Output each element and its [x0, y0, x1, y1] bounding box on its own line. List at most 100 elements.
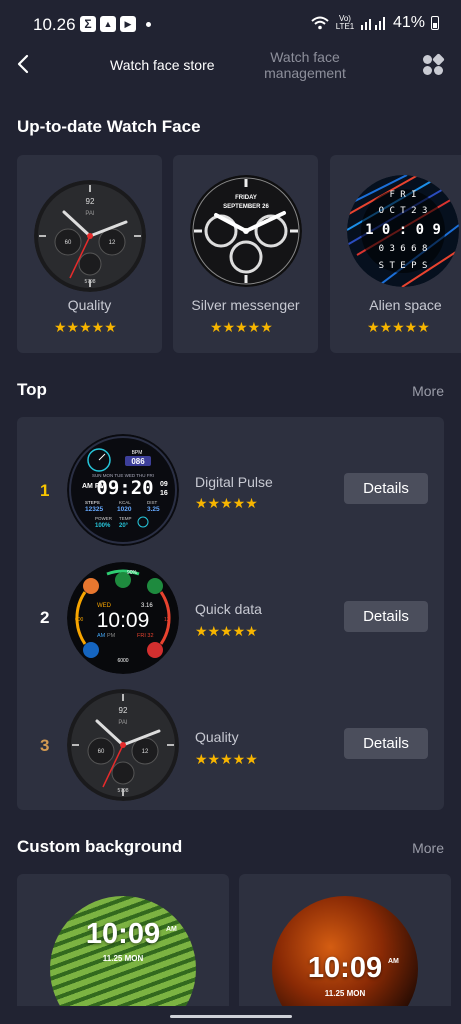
svg-text:6000: 6000: [117, 658, 128, 664]
rating-stars: ★★★★★: [210, 319, 273, 335]
svg-text:O C T 2 3: O C T 2 3: [379, 206, 428, 216]
bg-date: 11.25 MON: [102, 954, 144, 963]
watch-face-quality: 92 PAI 60 12 5798: [67, 689, 179, 801]
svg-text:086: 086: [131, 457, 145, 466]
card-name: Alien space: [369, 297, 442, 313]
details-button[interactable]: Details: [344, 601, 428, 632]
svg-text:5798: 5798: [84, 279, 95, 285]
back-icon[interactable]: [12, 52, 36, 76]
custom-bg-card-1[interactable]: 10:09 AM 11.25 MON: [17, 874, 229, 1024]
more-notifications-icon: [146, 21, 151, 27]
grid-menu-icon[interactable]: [421, 53, 445, 77]
sigma-icon: Σ: [80, 16, 96, 32]
rating-stars: ★★★★★: [195, 623, 258, 639]
status-time: 10.26: [33, 15, 76, 34]
svg-text:60: 60: [98, 749, 105, 755]
rank-number: 1: [40, 481, 50, 500]
rank-number: 3: [40, 736, 50, 755]
svg-text:AM: AM: [97, 633, 106, 639]
youtube-icon: ▶: [120, 16, 136, 32]
bg-time: 10:09: [85, 918, 161, 950]
section-title-latest: Up-to-date Watch Face: [17, 117, 201, 136]
svg-text:12: 12: [109, 240, 116, 246]
svg-text:5798: 5798: [117, 788, 128, 794]
lte-label: Vo) LTE1: [335, 14, 355, 31]
card-name: Silver messenger: [191, 297, 300, 313]
details-button[interactable]: Details: [344, 728, 428, 759]
svg-text:PM: PM: [107, 633, 116, 639]
svg-text:FRI 32: FRI 32: [137, 633, 154, 639]
quality-top-value: 92: [86, 197, 95, 206]
svg-text:1020: 1020: [117, 506, 132, 513]
top-item-name: Quality: [195, 729, 239, 745]
system-nav-bar: [0, 1006, 461, 1024]
top-item-name: Digital Pulse: [195, 474, 273, 490]
svg-text:12: 12: [164, 617, 170, 623]
svg-text:20°: 20°: [119, 523, 129, 529]
top-more-link[interactable]: More: [412, 383, 444, 399]
section-title-top: Top: [17, 380, 47, 399]
bg-time: 10:09: [307, 952, 383, 984]
signal-icon: [360, 17, 385, 30]
watch-face-digital-pulse: BPM 086 SUN MON TUE WED THU FRI AM PM 09…: [67, 434, 179, 546]
svg-text:KCAL: KCAL: [119, 500, 131, 505]
svg-text:60: 60: [65, 240, 72, 246]
watch-face-alien-space: F R I O C T 2 3 1 0 : 0 9 0 3 6 6 8 S T …: [347, 175, 459, 287]
svg-text:1 0 : 0 9: 1 0 : 0 9: [365, 222, 441, 238]
svg-text:90%: 90%: [127, 570, 138, 576]
watch-face-silver-messenger: FRIDAY SEPTEMBER 26: [190, 175, 302, 287]
latest-card-quality[interactable]: 92 PAI 60 12 5798 Quality ★★★★★: [17, 155, 162, 353]
custom-bg-face-orange: 10:09 AM 11.25 MON: [272, 896, 418, 1024]
watch-face-quality: 92 PAI 60 12 5798: [34, 180, 146, 292]
home-gesture-pill[interactable]: [170, 1015, 292, 1018]
svg-text:100%: 100%: [95, 523, 111, 529]
svg-text:09: 09: [160, 481, 168, 488]
svg-text:PAI: PAI: [118, 720, 128, 726]
rank-number: 2: [40, 608, 50, 627]
rating-stars: ★★★★★: [195, 495, 258, 511]
gallery-icon: ▲: [100, 16, 116, 32]
svg-text:S T E P S: S T E P S: [379, 261, 428, 271]
top-bar: Watch face store Watch face management: [0, 48, 461, 88]
svg-text:600: 600: [75, 617, 84, 623]
bg-date: 11.25 MON: [324, 989, 366, 998]
top-list: 1 BPM 086 SUN MON TUE WED THU FRI AM PM …: [17, 417, 444, 810]
svg-text:0 3 6 6 8: 0 3 6 6 8: [379, 244, 428, 254]
status-bar: 10.26 Σ ▲ ▶ Vo) LTE1 41%: [0, 0, 461, 48]
svg-text:FRIDAY: FRIDAY: [235, 195, 257, 201]
svg-text:12325: 12325: [85, 506, 103, 513]
svg-text:16: 16: [160, 490, 168, 497]
watch-face-quick-data: 90% WED 3.16 10:09 AM PM FRI 32 600 12 6…: [67, 562, 179, 674]
svg-text:POWER: POWER: [95, 516, 113, 521]
custom-bg-card-2[interactable]: 10:09 AM 11.25 MON: [239, 874, 451, 1024]
quality-brand: PAI: [85, 211, 95, 217]
latest-card-alien-space[interactable]: F R I O C T 2 3 1 0 : 0 9 0 3 6 6 8 S T …: [330, 155, 461, 353]
rating-stars: ★★★★★: [367, 319, 430, 335]
svg-text:STEPS: STEPS: [85, 500, 100, 505]
section-title-custom-background: Custom background: [17, 837, 183, 856]
custom-more-link[interactable]: More: [412, 840, 444, 856]
svg-text:92: 92: [119, 706, 128, 715]
svg-text:DIST: DIST: [147, 500, 158, 505]
battery-percent: 41%: [392, 14, 425, 31]
svg-text:SEPTEMBER 26: SEPTEMBER 26: [223, 204, 269, 210]
details-button[interactable]: Details: [344, 473, 428, 504]
custom-bg-face-green: 10:09 AM 11.25 MON: [50, 896, 196, 1024]
rating-stars: ★★★★★: [54, 319, 117, 335]
wifi-icon: [311, 16, 329, 30]
tab-watch-face-management[interactable]: Watch face management: [262, 49, 348, 81]
battery-icon: [431, 16, 439, 30]
top-item-name: Quick data: [195, 601, 262, 617]
svg-text:12: 12: [142, 749, 149, 755]
svg-text:TEMP: TEMP: [119, 516, 132, 521]
notification-icons: Σ ▲ ▶: [80, 16, 151, 32]
rating-stars: ★★★★★: [195, 751, 258, 767]
card-name: Quality: [67, 297, 112, 313]
svg-text:3.25: 3.25: [147, 506, 160, 513]
svg-text:F R I: F R I: [389, 190, 416, 200]
svg-text:BPM: BPM: [132, 450, 143, 456]
svg-text:09:20: 09:20: [96, 477, 153, 499]
svg-text:10:09: 10:09: [97, 609, 150, 632]
tab-watch-face-store[interactable]: Watch face store: [110, 57, 215, 73]
latest-card-silver-messenger[interactable]: FRIDAY SEPTEMBER 26 Silver messenger ★★★…: [173, 155, 318, 353]
